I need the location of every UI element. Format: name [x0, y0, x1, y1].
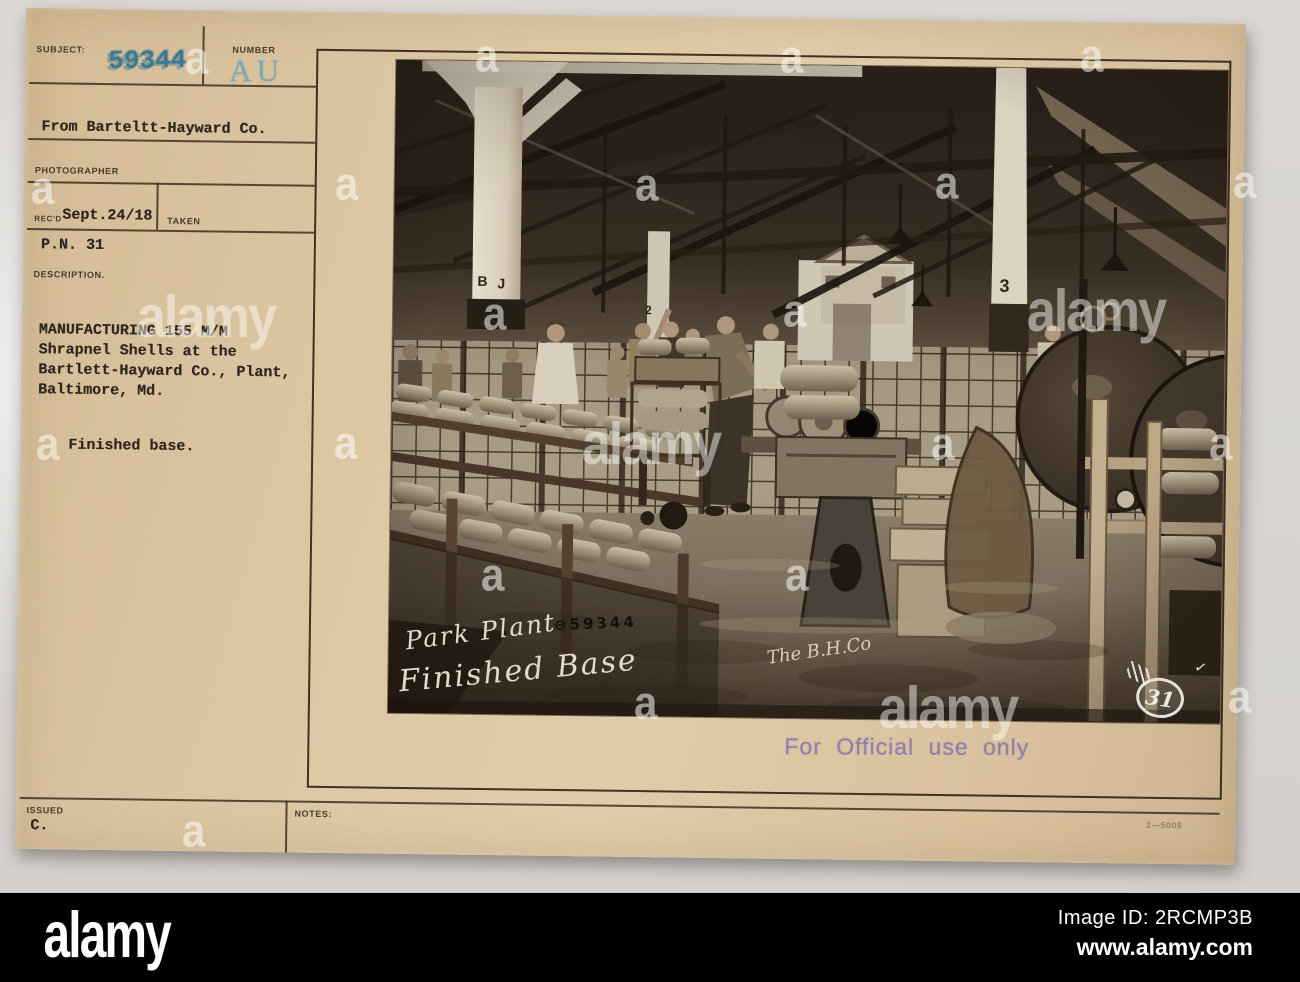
rule-from	[28, 138, 316, 144]
issued-code: C.	[30, 817, 49, 835]
factory-photograph: B J 2 3 ⊖59344 Park Plant Finished Base …	[387, 59, 1229, 724]
issued-notes-divider	[284, 800, 288, 853]
alamy-url: www.alamy.com	[1076, 934, 1253, 960]
header-divider	[202, 26, 205, 85]
received-label: REC'D	[34, 214, 62, 224]
from-line: From Barteltt-Hayward Co.	[41, 118, 267, 139]
received-date: Sept.24/18	[62, 206, 153, 225]
column-mark-2: 2	[645, 303, 652, 318]
rule-bottom	[19, 796, 1220, 815]
official-use-stamp: For Official use only	[784, 733, 1030, 760]
rule-recd	[27, 228, 315, 234]
column-mark-b: B	[477, 272, 488, 290]
recd-taken-divider	[156, 182, 159, 230]
description-text: MANUFACTURING 155 M/M Shrapnel Shells at…	[38, 320, 291, 403]
alamy-stock-preview: SUBJECT: 59344 NUMBER AU From Barteltt-H…	[0, 0, 1300, 982]
issued-label: ISSUED	[26, 805, 64, 816]
archive-card: SUBJECT: 59344 NUMBER AU From Barteltt-H…	[14, 8, 1246, 865]
description-label: DESCRIPTION.	[33, 269, 105, 281]
photographer-label: PHOTOGRAPHER	[34, 165, 119, 177]
corner-number: 31	[1143, 683, 1177, 713]
footer-bar: alamy Image ID: 2RCMP3B www.alamy.com	[0, 893, 1300, 982]
rule-photographer	[27, 181, 315, 187]
taken-label: TAKEN	[167, 215, 201, 227]
notes-label: NOTES:	[294, 808, 333, 820]
caption-line: Finished base.	[68, 436, 195, 456]
image-id: Image ID: 2RCMP3B	[1057, 907, 1253, 929]
subject-number-stamp: 59344	[108, 45, 187, 77]
plate-number: P.N. 31	[40, 236, 105, 255]
description-line: Baltimore, Md.	[37, 381, 165, 400]
image-id-block: Image ID: 2RCMP3B www.alamy.com	[1058, 907, 1253, 961]
subject-label: SUBJECT:	[36, 44, 86, 55]
alamy-logo: alamy	[43, 898, 171, 972]
column-mark-3: 3	[999, 275, 1010, 296]
column-mark-j: J	[497, 275, 506, 292]
number-code-stamp: AU	[229, 52, 285, 89]
negative-number-stamp: ⊖59344	[553, 612, 638, 635]
form-number: 2—5005	[1146, 820, 1183, 831]
